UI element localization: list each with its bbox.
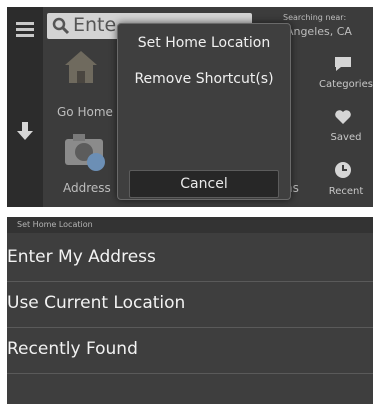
address-shortcut[interactable]: Address — [51, 125, 117, 205]
categories-label: Categories — [319, 79, 373, 90]
remove-shortcuts-option[interactable]: Remove Shortcut(s) — [118, 71, 290, 87]
heart-icon — [335, 110, 351, 124]
address-label: Address — [63, 181, 111, 195]
saved-label: Saved — [330, 132, 362, 143]
set-home-location-screen: Set Home Location Enter My Address Use C… — [7, 217, 373, 404]
search-icon — [52, 17, 70, 35]
recently-found-option[interactable]: Recently Found — [7, 329, 373, 373]
search-text: Ente — [73, 14, 117, 36]
recently-found-label: Recently Found — [7, 339, 138, 359]
screen-header: Set Home Location — [7, 217, 373, 233]
go-home-shortcut[interactable]: Go Home — [51, 47, 117, 123]
divider — [7, 327, 373, 328]
menu-icon[interactable] — [7, 19, 43, 41]
arrow-down-icon[interactable] — [15, 120, 35, 142]
house-icon — [65, 51, 97, 83]
searching-near-label: Searching near: — [283, 13, 347, 22]
menu-column — [7, 7, 43, 207]
cancel-button[interactable]: Cancel — [129, 170, 279, 198]
categories-icon — [335, 57, 351, 71]
divider — [7, 373, 373, 374]
set-home-location-option[interactable]: Set Home Location — [118, 35, 290, 51]
recent-label: Recent — [328, 186, 364, 197]
enter-my-address-label: Enter My Address — [7, 247, 156, 267]
enter-my-address-option[interactable]: Enter My Address — [7, 237, 373, 281]
camera-icon — [65, 134, 105, 171]
screen-title: Set Home Location — [17, 220, 93, 229]
go-home-label: Go Home — [57, 105, 113, 119]
shortcut-options-popup: Set Home Location Remove Shortcut(s) Can… — [117, 23, 291, 200]
use-current-location-label: Use Current Location — [7, 293, 186, 313]
clock-icon — [335, 162, 351, 178]
divider — [7, 281, 373, 282]
navigation-screen: Ente Searching near: os Angeles, CA Go H… — [7, 7, 373, 207]
use-current-location-option[interactable]: Use Current Location — [7, 283, 373, 327]
